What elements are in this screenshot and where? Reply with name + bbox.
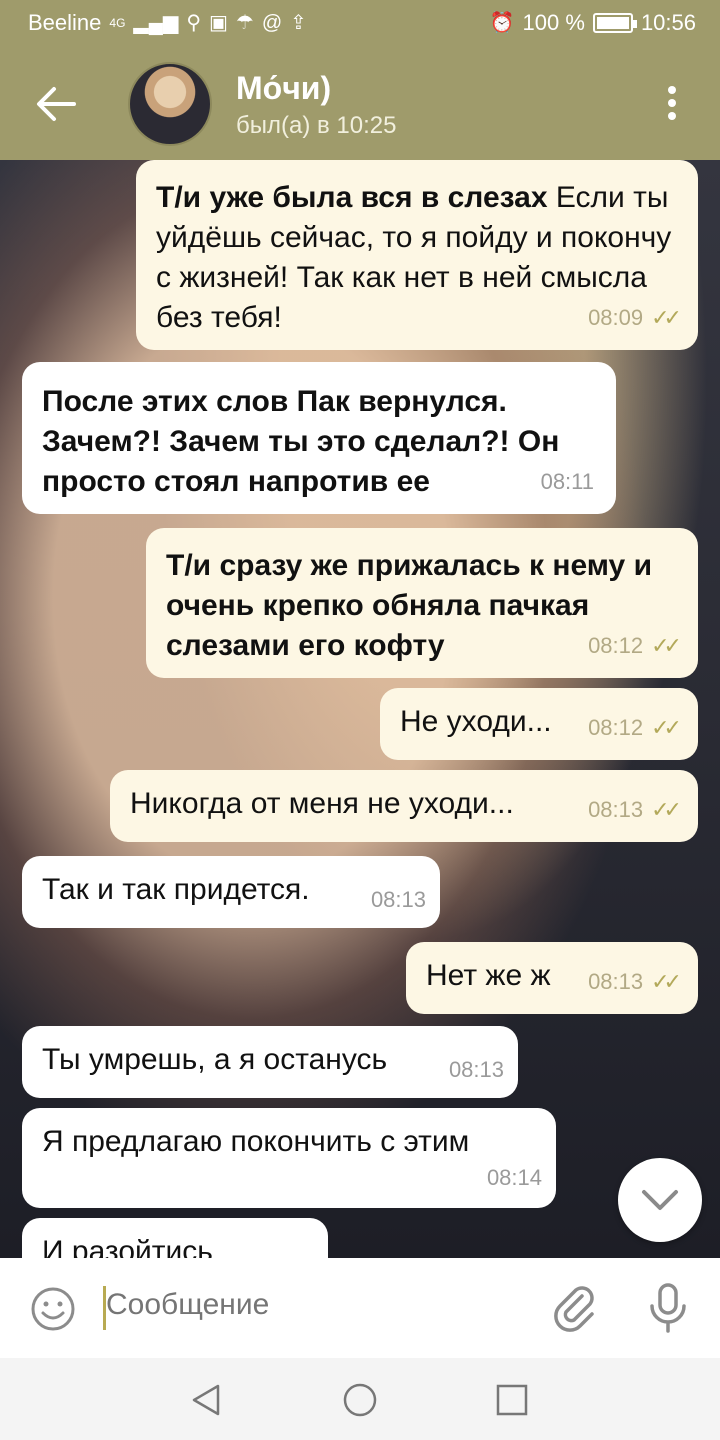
message-bold-text: Т/и уже была вся в слезах bbox=[156, 181, 548, 214]
scroll-down-icon bbox=[642, 1190, 678, 1210]
read-ticks-icon: ✓✓ bbox=[651, 797, 682, 822]
message-bubble[interactable]: Не уходи... 08:12 ✓✓ bbox=[380, 688, 698, 760]
nav-home-icon[interactable] bbox=[340, 1380, 380, 1420]
message-bold-text: Т/и сразу же прижалась к нему и очень кр… bbox=[166, 549, 653, 662]
message-text: Так и так придется. bbox=[42, 873, 310, 906]
attach-icon[interactable] bbox=[552, 1284, 600, 1332]
message-bubble[interactable]: После этих слов Пак вернулся. Зачем?! За… bbox=[22, 362, 616, 514]
at-icon: @ bbox=[261, 12, 283, 34]
message-input[interactable] bbox=[106, 1288, 526, 1322]
message-text: Нет же ж bbox=[426, 959, 551, 992]
network-indicator: 4G bbox=[109, 16, 126, 30]
message-bubble[interactable]: Я предлагаю покончить с этим 08:14 bbox=[22, 1108, 556, 1208]
message-time: 08:09 bbox=[588, 305, 644, 330]
message-time: 08:13 bbox=[448, 1057, 504, 1082]
message-time: 08:11 bbox=[540, 469, 594, 494]
avatar[interactable] bbox=[128, 62, 212, 146]
message-text: И разойтись bbox=[42, 1235, 213, 1258]
search-icon: ⚲ bbox=[186, 12, 201, 34]
message-text: Я предлагаю покончить с этим bbox=[42, 1125, 470, 1158]
image-icon: ▣ bbox=[209, 12, 228, 34]
status-bar: Beeline 4G ▂▄▆ ⚲ ▣ ☂ @ ⇪ ⏰ 100 % 10:56 bbox=[0, 0, 720, 48]
message-bubble[interactable]: Никогда от меня не уходи... 08:13 ✓✓ bbox=[110, 770, 698, 842]
message-bubble[interactable]: Так и так придется. 08:13 bbox=[22, 856, 440, 928]
message-bubble[interactable]: Нет же ж 08:13 ✓✓ bbox=[406, 942, 698, 1014]
read-ticks-icon: ✓✓ bbox=[651, 305, 682, 330]
system-nav-bar bbox=[0, 1358, 720, 1440]
battery-icon bbox=[592, 13, 637, 33]
clock: 10:56 bbox=[640, 10, 696, 35]
message-time: 08:14 bbox=[486, 1165, 542, 1190]
message-text: Никогда от меня не уходи... bbox=[130, 787, 514, 820]
chat-header: Мо́чи) был(а) в 10:25 bbox=[0, 48, 720, 160]
message-bubble[interactable]: Т/и сразу же прижалась к нему и очень кр… bbox=[146, 528, 698, 678]
battery-percent: 100 % bbox=[522, 10, 585, 35]
compose-bar bbox=[0, 1258, 720, 1358]
read-ticks-icon: ✓✓ bbox=[651, 969, 682, 994]
emoji-icon[interactable] bbox=[30, 1286, 76, 1332]
scroll-down-button[interactable] bbox=[618, 1158, 702, 1242]
message-bubble[interactable]: Ты умрешь, а я останусь 08:13 bbox=[22, 1026, 518, 1098]
message-list[interactable]: Т/и уже была вся в слезах Если ты уйдёшь… bbox=[0, 160, 720, 1258]
nav-recents-icon[interactable] bbox=[492, 1380, 532, 1420]
message-time: 08:13 bbox=[370, 887, 426, 912]
alarm-icon: ⏰ bbox=[489, 12, 515, 34]
read-ticks-icon: ✓✓ bbox=[651, 633, 682, 658]
message-bubble[interactable]: Т/и уже была вся в слезах Если ты уйдёшь… bbox=[136, 160, 698, 350]
contact-name[interactable]: Мо́чи) bbox=[236, 70, 331, 107]
last-seen: был(а) в 10:25 bbox=[236, 112, 397, 139]
message-time: 08:13 bbox=[588, 969, 644, 994]
message-bold-text: После этих слов Пак вернулся. Зачем?! За… bbox=[42, 385, 560, 498]
nav-back-icon[interactable] bbox=[186, 1380, 226, 1420]
mic-icon[interactable] bbox=[646, 1282, 690, 1334]
read-ticks-icon: ✓✓ bbox=[651, 715, 682, 740]
upload-icon: ⇪ bbox=[290, 12, 307, 34]
message-time: 08:12 bbox=[588, 715, 644, 740]
message-text: Не уходи... bbox=[400, 705, 552, 738]
back-arrow-icon[interactable] bbox=[34, 84, 78, 124]
signal-icon: ▂▄▆ bbox=[133, 12, 179, 34]
carrier-name: Beeline bbox=[28, 10, 102, 35]
more-vert-icon[interactable] bbox=[660, 86, 684, 126]
message-time: 08:12 bbox=[588, 633, 644, 658]
message-text: Ты умрешь, а я останусь bbox=[42, 1043, 388, 1076]
message-time: 08:13 bbox=[588, 797, 644, 822]
umbrella-icon: ☂ bbox=[235, 12, 254, 34]
message-bubble[interactable]: И разойтись bbox=[22, 1218, 328, 1258]
